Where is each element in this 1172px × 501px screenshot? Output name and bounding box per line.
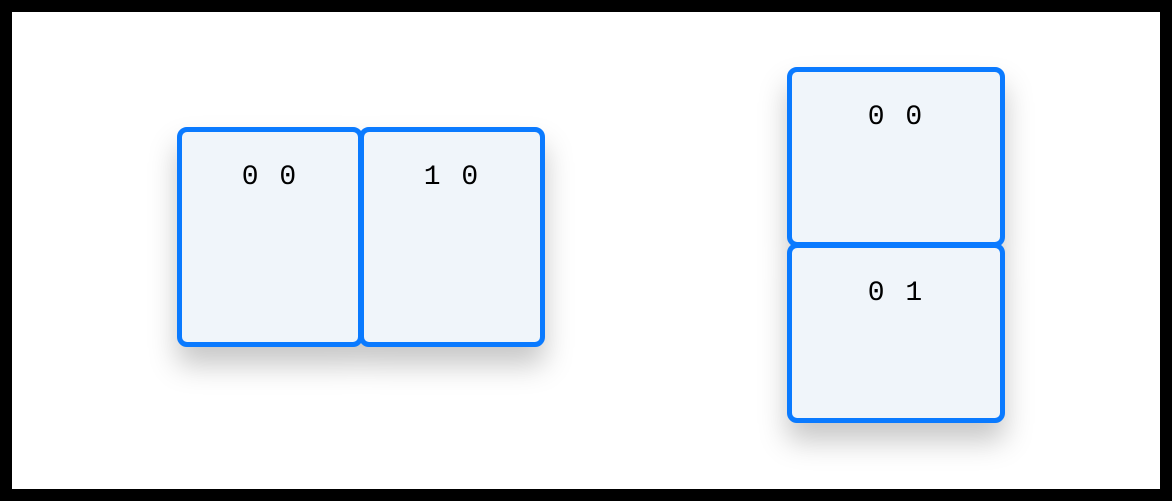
coord-box: 0 0	[787, 67, 1005, 247]
coord-label: 0 1	[868, 278, 924, 309]
coord-label: 1 0	[424, 162, 480, 193]
coord-label: 0 0	[242, 162, 298, 193]
vertical-group: 0 0 0 1	[787, 67, 1005, 423]
coord-box: 0 1	[787, 243, 1005, 423]
coord-box: 1 0	[359, 127, 545, 347]
diagram-canvas: 0 0 1 0 0 0 0 1	[12, 12, 1160, 489]
coord-box: 0 0	[177, 127, 363, 347]
coord-label: 0 0	[868, 102, 924, 133]
horizontal-group: 0 0 1 0	[177, 127, 545, 347]
